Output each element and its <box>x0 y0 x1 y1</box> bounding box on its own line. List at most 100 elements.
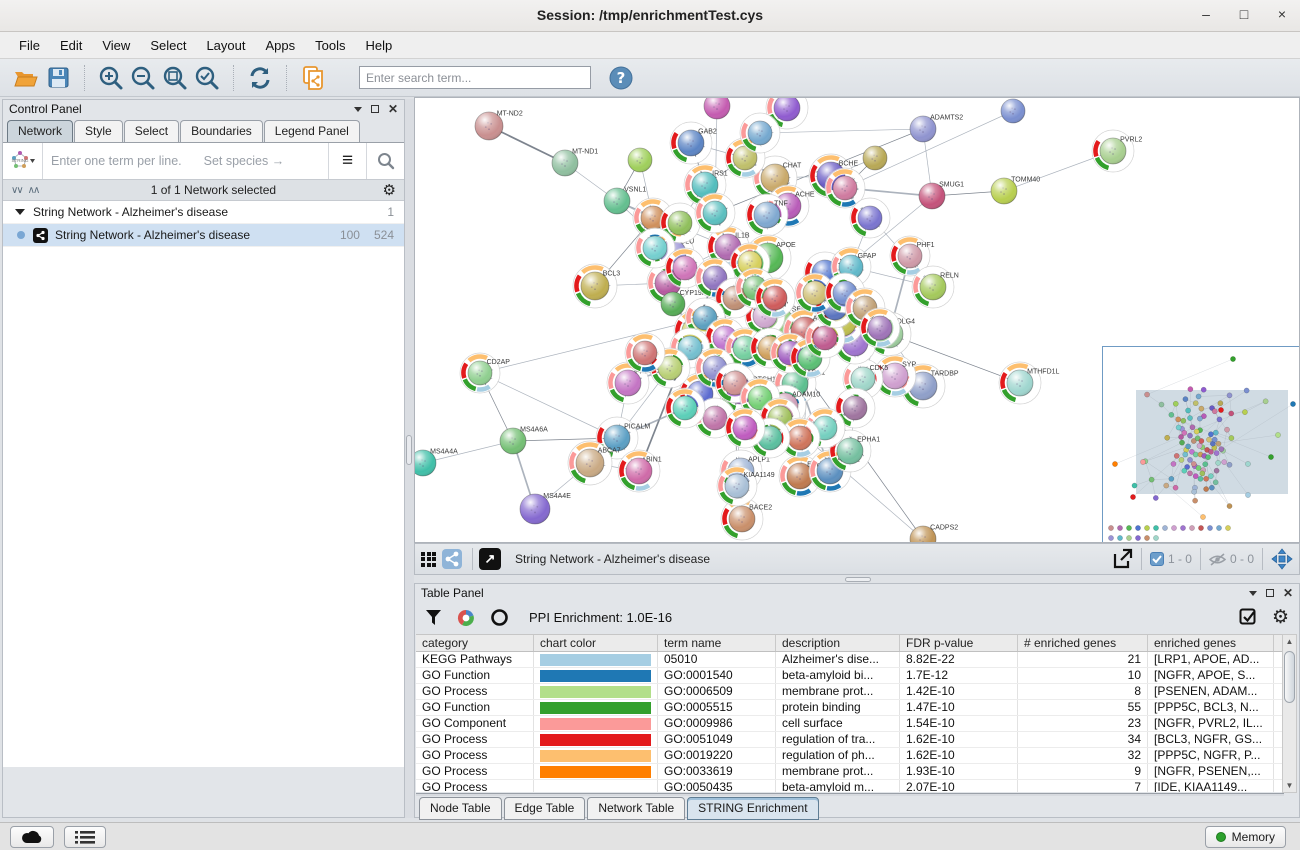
table-row[interactable]: GO ComponentGO:0009986cell surface1.54E-… <box>416 716 1284 732</box>
tab-node-table[interactable]: Node Table <box>419 797 502 820</box>
collapse-all-icon[interactable]: ∨∨ <box>11 185 22 196</box>
expand-all-icon[interactable]: ∧∧ <box>28 185 39 196</box>
network-tree-row[interactable]: String Network - Alzheimer's disease1005… <box>3 224 404 247</box>
select-columns-icon[interactable] <box>1239 608 1258 627</box>
network-node[interactable]: GAB2 <box>670 122 717 164</box>
minimize-button[interactable]: – <box>1198 6 1214 22</box>
menu-item-edit[interactable]: Edit <box>51 34 91 57</box>
tab-boundaries[interactable]: Boundaries <box>180 120 263 142</box>
zoom-fit-button[interactable] <box>159 63 191 93</box>
close-button[interactable]: × <box>1274 6 1290 22</box>
network-node[interactable] <box>625 333 665 373</box>
tab-network-table[interactable]: Network Table <box>587 797 685 820</box>
network-node[interactable] <box>695 193 735 233</box>
search-input[interactable] <box>359 66 591 89</box>
scrollbar-thumb[interactable] <box>1284 651 1295 703</box>
column-header-enriched-genes[interactable]: enriched genes <box>1148 635 1274 651</box>
table-row[interactable]: GO ProcessGO:0006509membrane prot...1.42… <box>416 684 1284 700</box>
open-session-button[interactable] <box>10 63 42 93</box>
float-panel-icon[interactable] <box>1266 589 1274 597</box>
export-network-icon[interactable] <box>1111 546 1133 572</box>
network-node[interactable]: CD2AP <box>460 353 510 393</box>
draw-charts-icon[interactable] <box>456 608 476 628</box>
table-row[interactable]: KEGG Pathways05010Alzheimer's dise...8.8… <box>416 652 1284 668</box>
string-search-button[interactable] <box>366 143 404 179</box>
table-row[interactable]: GO FunctionGO:0005515protein binding1.47… <box>416 700 1284 716</box>
copy-network-button[interactable] <box>297 63 329 93</box>
table-settings-gear-icon[interactable]: ⚙ <box>1272 608 1289 627</box>
table-row[interactable]: GO ProcessGO:0019220regulation of ph...1… <box>416 748 1284 764</box>
network-share-icon[interactable] <box>442 546 462 572</box>
cloud-button[interactable] <box>10 826 54 848</box>
tab-string-enrichment[interactable]: STRING Enrichment <box>687 797 818 820</box>
table-row[interactable]: GO ProcessGO:0050435beta-amyloid m...2.0… <box>416 780 1284 792</box>
network-node[interactable]: KIAA1149 <box>717 466 775 506</box>
tab-network[interactable]: Network <box>7 120 73 142</box>
network-node[interactable]: PVRL2 <box>1092 130 1142 172</box>
network-node[interactable]: BCL3 <box>573 264 620 308</box>
zoom-selected-button[interactable] <box>191 63 223 93</box>
reset-charts-icon[interactable] <box>490 608 509 627</box>
splitter-grip[interactable] <box>845 577 871 582</box>
task-list-button[interactable] <box>64 826 106 848</box>
network-node[interactable] <box>863 146 887 170</box>
menu-item-view[interactable]: View <box>93 34 139 57</box>
filter-icon[interactable] <box>425 609 442 626</box>
network-node[interactable]: MTHFD1L <box>999 362 1060 404</box>
table-row[interactable]: GO ProcessGO:0033619membrane prot...1.93… <box>416 764 1284 780</box>
help-button[interactable]: ? <box>605 63 637 93</box>
menu-item-help[interactable]: Help <box>357 34 402 57</box>
close-panel-icon[interactable]: ✕ <box>388 103 398 115</box>
network-node[interactable] <box>860 308 900 348</box>
network-node[interactable]: TOMM40 <box>991 176 1040 204</box>
network-view[interactable]: MT-ND2MT-ND1VSNL1GAB2IRS1IL1BCHATBCHEACH… <box>414 97 1300 543</box>
birdseye-overview-panel[interactable] <box>1102 346 1300 543</box>
detach-view-icon[interactable]: ↗ <box>479 548 501 570</box>
column-header-term-name[interactable]: term name <box>658 635 776 651</box>
network-node[interactable] <box>755 278 795 318</box>
save-session-button[interactable] <box>42 63 74 93</box>
network-node[interactable]: CADPS2 <box>910 524 958 543</box>
scroll-up-icon[interactable]: ▲ <box>1285 637 1294 646</box>
network-node[interactable] <box>628 148 652 172</box>
column-header--enriched-genes[interactable]: # enriched genes <box>1018 635 1148 651</box>
menu-item-tools[interactable]: Tools <box>306 34 354 57</box>
network-node[interactable] <box>725 408 765 448</box>
network-grid-view-icon[interactable] <box>421 546 436 572</box>
horizontal-splitter[interactable] <box>414 575 1300 583</box>
zoom-out-button[interactable] <box>127 63 159 93</box>
zoom-in-button[interactable] <box>95 63 127 93</box>
refresh-button[interactable] <box>244 63 276 93</box>
memory-button[interactable]: Memory <box>1205 826 1286 848</box>
network-node[interactable]: RELN <box>912 266 959 308</box>
network-options-gear-icon[interactable]: ⚙ <box>383 183 396 198</box>
panel-menu-icon[interactable] <box>354 107 362 112</box>
string-protein-query-dropdown[interactable]: STRING <box>3 143 43 179</box>
network-node[interactable]: MS4A4A <box>415 448 458 476</box>
panel-menu-icon[interactable] <box>1249 591 1257 596</box>
menu-item-apps[interactable]: Apps <box>257 34 305 57</box>
birdseye-toggle-icon[interactable] <box>1271 546 1293 572</box>
tab-select[interactable]: Select <box>124 120 179 142</box>
network-node[interactable]: MT-ND2 <box>475 111 523 141</box>
table-row[interactable]: GO FunctionGO:0001540beta-amyloid bi...1… <box>416 668 1284 684</box>
column-header-category[interactable]: category <box>416 635 534 651</box>
scroll-down-icon[interactable]: ▼ <box>1285 781 1294 790</box>
network-node[interactable] <box>740 113 780 153</box>
tab-style[interactable]: Style <box>74 120 123 142</box>
network-node[interactable]: ADAMTS2 <box>910 114 963 142</box>
menu-item-file[interactable]: File <box>10 34 49 57</box>
column-header-FDR-p-value[interactable]: FDR p-value <box>900 635 1018 651</box>
network-tree-row[interactable]: String Network - Alzheimer's disease1 <box>3 201 404 224</box>
network-node[interactable] <box>704 98 730 119</box>
network-node[interactable] <box>665 388 705 428</box>
close-panel-icon[interactable]: ✕ <box>1283 587 1293 599</box>
network-node[interactable]: ABCA7 <box>568 441 621 485</box>
table-vertical-scrollbar[interactable]: ▲ ▼ <box>1282 634 1297 793</box>
float-panel-icon[interactable] <box>371 105 379 113</box>
string-terms-input[interactable]: Enter one term per line. Set species → <box>43 143 328 179</box>
tab-edge-table[interactable]: Edge Table <box>504 797 586 820</box>
network-node[interactable] <box>1001 99 1025 123</box>
splitter-grip[interactable] <box>406 435 412 465</box>
network-node[interactable] <box>850 198 890 238</box>
